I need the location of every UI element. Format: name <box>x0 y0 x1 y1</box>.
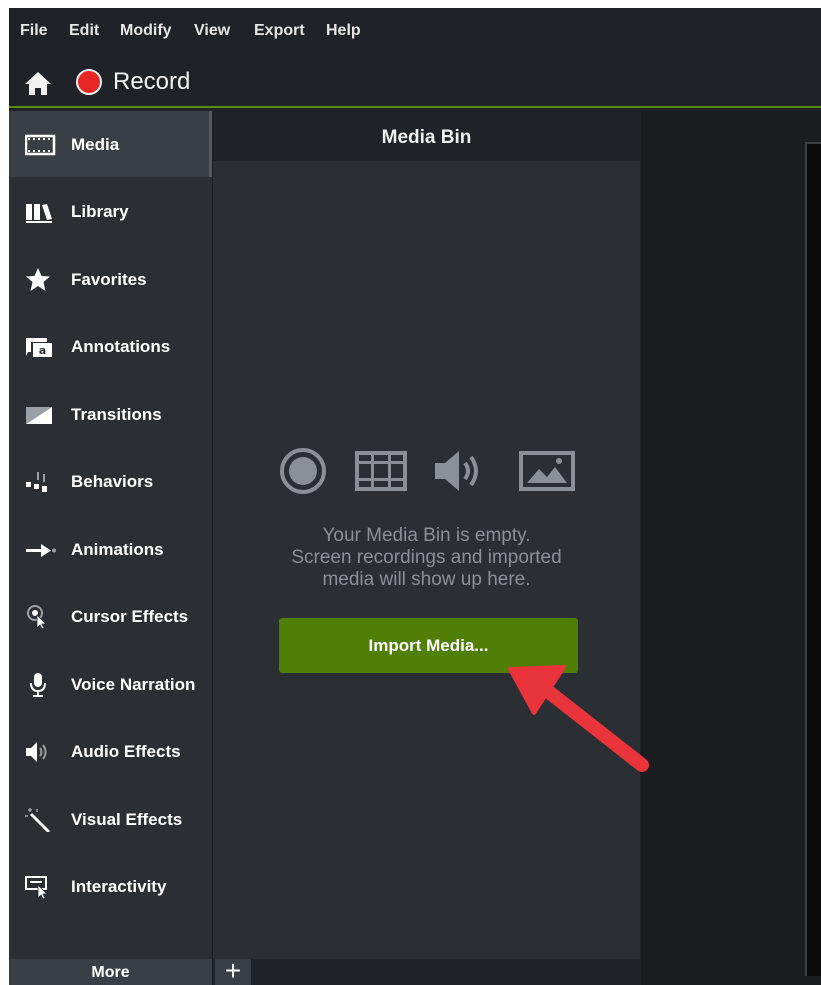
sidebar-item-label: Library <box>71 202 129 221</box>
microphone-icon <box>30 673 46 697</box>
sidebar-item-visual-effects[interactable]: Visual Effects <box>9 786 212 852</box>
library-icon <box>26 204 52 223</box>
interactivity-icon <box>25 876 48 899</box>
sidebar-item-label: Audio Effects <box>71 742 181 761</box>
transition-icon <box>26 407 52 424</box>
svg-text:a: a <box>39 344 46 357</box>
menu-help[interactable]: Help <box>326 22 361 40</box>
home-icon[interactable] <box>23 70 53 96</box>
sidebar-item-cursor-effects[interactable]: Cursor Effects <box>9 583 212 649</box>
tools-sidebar: Media Library Favorites a Annotations Tr… <box>9 111 212 985</box>
image-icon <box>519 451 575 491</box>
star-icon <box>26 268 50 291</box>
empty-msg-line3: media will show up here. <box>322 569 531 590</box>
speaker-icon <box>26 742 47 762</box>
panel-title: Media Bin <box>381 127 472 148</box>
record-dot-icon[interactable] <box>76 69 102 95</box>
sidebar-item-library[interactable]: Library <box>9 178 212 244</box>
canvas-frame[interactable] <box>805 142 821 976</box>
menu-modify[interactable]: Modify <box>120 22 172 40</box>
sidebar-item-label: Animations <box>71 540 164 559</box>
sidebar-item-voice-narration[interactable]: Voice Narration <box>9 651 212 717</box>
menu-bar: File Edit Modify View Export Help <box>9 8 821 58</box>
cursor-effects-icon <box>27 605 47 629</box>
sidebar-item-label: Behaviors <box>71 472 154 491</box>
more-button[interactable]: More <box>9 959 212 985</box>
add-button[interactable]: + <box>215 957 251 985</box>
camtasia-window: File Edit Modify View Export Help Record… <box>9 8 821 985</box>
record-button[interactable]: Record <box>113 68 190 96</box>
sidebar-item-transitions[interactable]: Transitions <box>9 381 212 447</box>
panel-header: Media Bin <box>213 111 640 161</box>
sidebar-item-animations[interactable]: Animations <box>9 516 212 582</box>
filmstrip-icon <box>25 134 56 156</box>
animation-arrow-icon <box>26 544 56 557</box>
panel-footer: + <box>213 957 640 985</box>
record-toolbar: Record <box>9 58 821 108</box>
sidebar-item-label: Media <box>71 135 120 154</box>
annotation-icon: a <box>26 338 52 357</box>
record-icon <box>280 448 326 494</box>
sidebar-item-favorites[interactable]: Favorites <box>9 246 212 312</box>
sidebar-item-annotations[interactable]: a Annotations <box>9 313 212 379</box>
sidebar-item-label: Voice Narration <box>71 675 196 694</box>
sidebar-item-label: Visual Effects <box>71 810 183 829</box>
menu-file[interactable]: File <box>20 22 48 40</box>
sidebar-item-label: Cursor Effects <box>71 607 189 626</box>
sidebar-item-behaviors[interactable]: Behaviors <box>9 448 212 514</box>
menu-view[interactable]: View <box>194 22 230 40</box>
media-bin-panel: Media Bin Your Media Bin is empty. Scree… <box>212 111 640 985</box>
sidebar-item-media[interactable]: Media <box>9 111 212 177</box>
empty-state-icons <box>279 447 579 495</box>
menu-export[interactable]: Export <box>254 22 305 40</box>
speaker-icon <box>435 451 478 491</box>
magic-wand-icon <box>25 808 51 832</box>
sidebar-item-label: Interactivity <box>71 877 167 896</box>
callout-arrow-icon <box>508 665 649 772</box>
sidebar-item-label: Favorites <box>71 270 147 289</box>
filmstrip-icon <box>355 451 407 491</box>
sidebar-item-audio-effects[interactable]: Audio Effects <box>9 718 212 784</box>
empty-msg-line2: Screen recordings and imported <box>291 547 562 568</box>
more-label: More <box>91 964 130 981</box>
canvas-area <box>641 111 821 985</box>
sidebar-item-label: Annotations <box>71 337 171 356</box>
empty-state-message: Your Media Bin is empty. Screen recordin… <box>213 525 640 591</box>
sidebar-item-label: Transitions <box>71 405 162 424</box>
empty-msg-line1: Your Media Bin is empty. <box>322 525 531 546</box>
sidebar-item-interactivity[interactable]: Interactivity <box>9 853 212 919</box>
menu-edit[interactable]: Edit <box>69 22 99 40</box>
behaviors-icon <box>26 472 47 492</box>
